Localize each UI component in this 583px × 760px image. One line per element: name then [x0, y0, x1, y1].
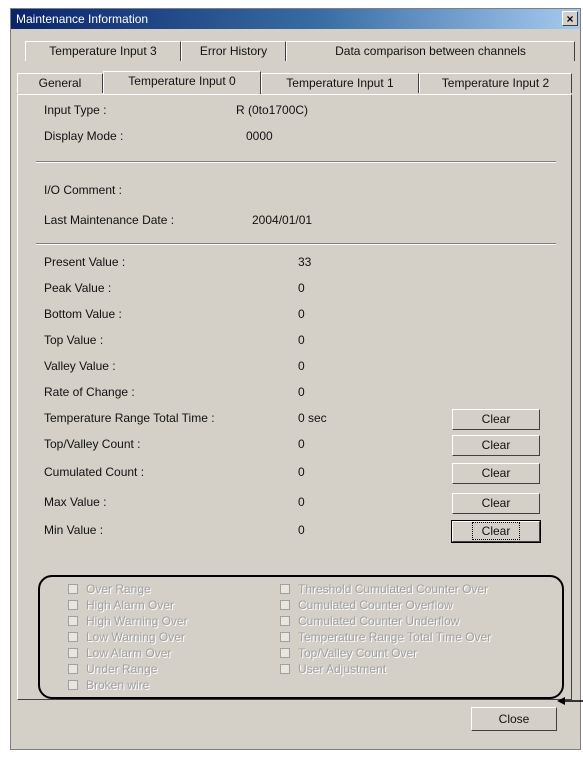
top-value-label: Top Value :: [44, 333, 104, 347]
separator: [36, 161, 556, 163]
max-value: 0: [298, 495, 305, 509]
tab-error-history[interactable]: Error History: [181, 41, 286, 61]
checkbox: [280, 663, 290, 674]
clear-top-valley-count-button[interactable]: Clear: [452, 435, 540, 456]
input-type-label: Input Type :: [44, 103, 107, 117]
checkbox: [68, 647, 78, 658]
tab-temperature-input-0[interactable]: Temperature Input 0: [103, 71, 261, 94]
flag-user-adjustment[interactable]: User Adjustment: [280, 661, 386, 677]
top-valley-count-value: 0: [298, 437, 305, 451]
peak-value-label: Peak Value :: [44, 281, 112, 295]
checkbox: [68, 599, 78, 610]
valley-value: 0: [298, 359, 305, 373]
display-mode-value: 0000: [246, 129, 273, 143]
temperature-range-total-time-label: Temperature Range Total Time :: [44, 411, 215, 425]
tab-temperature-input-3[interactable]: Temperature Input 3: [25, 41, 181, 61]
close-button[interactable]: Close: [471, 707, 557, 731]
flag-low-alarm-over[interactable]: Low Alarm Over: [68, 645, 171, 661]
flag-over-range[interactable]: Over Range: [68, 581, 151, 597]
close-icon[interactable]: ×: [562, 11, 578, 26]
title-bar: Maintenance Information ×: [11, 9, 580, 29]
cumulated-count-value: 0: [298, 465, 305, 479]
window-title: Maintenance Information: [16, 12, 149, 26]
tab-data-comparison[interactable]: Data comparison between channels: [286, 41, 575, 61]
status-flags-group: Over Range High Alarm Over High Warning …: [38, 575, 564, 699]
temperature-range-total-time-value: 0 sec: [298, 411, 327, 425]
separator: [36, 243, 556, 245]
bottom-value: 0: [298, 307, 305, 321]
flag-high-warning-over[interactable]: High Warning Over: [68, 613, 188, 629]
checkbox: [280, 583, 290, 594]
checkbox: [280, 631, 290, 642]
top-valley-count-label: Top/Valley Count :: [44, 437, 141, 451]
io-comment-label: I/O Comment :: [44, 183, 123, 197]
valley-value-label: Valley Value :: [44, 359, 116, 373]
flag-under-range[interactable]: Under Range: [68, 661, 157, 677]
flag-cumulated-counter-overflow[interactable]: Cumulated Counter Overflow: [280, 597, 453, 613]
peak-value: 0: [298, 281, 305, 295]
present-value: 33: [298, 255, 312, 269]
checkbox: [68, 583, 78, 594]
callout-arrow-icon: [557, 697, 583, 705]
tab-temperature-input-1[interactable]: Temperature Input 1: [261, 73, 419, 93]
clear-min-value-button[interactable]: Clear: [451, 520, 541, 543]
checkbox: [68, 679, 78, 690]
top-value: 0: [298, 333, 305, 347]
rate-of-change-label: Rate of Change :: [44, 385, 135, 399]
clear-min-value-label: Clear: [471, 522, 521, 540]
checkbox: [68, 663, 78, 674]
tab-panel: Input Type : R (0to1700C) Display Mode :…: [17, 94, 572, 700]
flag-top-valley-count-over[interactable]: Top/Valley Count Over: [280, 645, 417, 661]
flag-temperature-range-total-time-over[interactable]: Temperature Range Total Time Over: [280, 629, 491, 645]
tab-row-back: Temperature Input 3 Error History Data c…: [11, 41, 582, 61]
checkbox: [68, 615, 78, 626]
clear-max-value-button[interactable]: Clear: [452, 493, 540, 514]
display-mode-label: Display Mode :: [44, 129, 124, 143]
cumulated-count-label: Cumulated Count :: [44, 465, 145, 479]
bottom-value-label: Bottom Value :: [44, 307, 122, 321]
checkbox: [280, 599, 290, 610]
tab-row-front: General Temperature Input 0 Temperature …: [11, 71, 582, 94]
checkbox: [280, 647, 290, 658]
clear-cumulated-count-button[interactable]: Clear: [452, 463, 540, 484]
checkbox: [68, 631, 78, 642]
last-maintenance-date-value: 2004/01/01: [252, 213, 313, 227]
flag-threshold-cumulated-counter-over[interactable]: Threshold Cumulated Counter Over: [280, 581, 488, 597]
flag-broken-wire[interactable]: Broken wire: [68, 677, 149, 693]
rate-of-change-value: 0: [298, 385, 305, 399]
flag-cumulated-counter-underflow[interactable]: Cumulated Counter Underflow: [280, 613, 459, 629]
last-maintenance-date-label: Last Maintenance Date :: [44, 213, 175, 227]
maintenance-information-window: Maintenance Information × Temperature In…: [10, 8, 581, 750]
min-value-label: Min Value :: [44, 523, 104, 537]
input-type-value: R (0to1700C): [236, 103, 309, 117]
tab-general[interactable]: General: [17, 73, 103, 93]
flag-high-alarm-over[interactable]: High Alarm Over: [68, 597, 174, 613]
present-value-label: Present Value :: [44, 255, 126, 269]
flag-low-warning-over[interactable]: Low Warning Over: [68, 629, 185, 645]
tab-temperature-input-2[interactable]: Temperature Input 2: [419, 73, 572, 93]
min-value: 0: [298, 523, 305, 537]
clear-temperature-range-total-time-button[interactable]: Clear: [452, 409, 540, 430]
checkbox: [280, 615, 290, 626]
max-value-label: Max Value :: [44, 495, 107, 509]
